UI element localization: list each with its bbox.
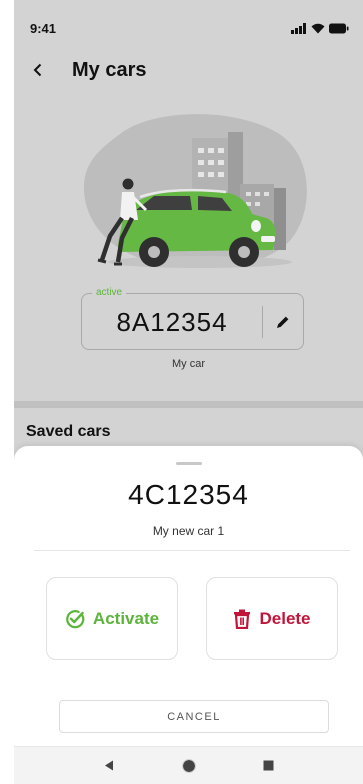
selected-car-name: My new car 1 [152,524,225,538]
check-circle-icon [66,609,85,628]
delete-button[interactable]: Delete [206,577,338,660]
car-action-sheet: 4C12354 My new car 1 Activate Delete CAN… [14,446,363,784]
delete-label: Delete [259,608,311,628]
active-plate-number: 8A12354 [116,307,228,337]
phone-screen: 9:41 My cars active 8A12354 My car Saved… [14,0,363,784]
trash-icon [234,609,251,629]
nav-recents-button[interactable] [257,754,281,778]
page-title: My cars [72,58,147,81]
triangle-back-icon [104,760,113,771]
active-car-name: My car [172,358,205,370]
saved-cars-heading: Saved cars [26,423,111,440]
status-icons [291,22,349,34]
pencil-icon [277,316,289,328]
header: My cars [14,48,363,92]
chevron-left-icon [33,63,42,77]
car-illustration [83,114,307,268]
battery-icon [329,23,349,33]
back-button[interactable] [18,50,58,90]
cancel-button[interactable]: CANCEL [59,700,329,733]
system-nav-bar [14,746,363,784]
status-time: 9:41 [30,20,57,36]
nav-home-button[interactable] [177,754,201,778]
activate-button[interactable]: Activate [46,577,178,660]
circle-home-icon [181,758,196,773]
sheet-drag-handle[interactable] [176,462,202,465]
wifi-icon [311,23,325,33]
signal-icon [291,22,306,34]
section-separator [14,401,363,408]
activate-label: Activate [92,608,160,628]
square-recents-icon [263,760,274,771]
plate-divider [262,306,263,338]
active-plate-card: active 8A12354 [81,286,304,350]
edit-plate-button[interactable] [265,304,301,340]
nav-back-button[interactable] [97,754,121,778]
sheet-divider [34,550,350,551]
selected-plate-number: 4C12354 [128,479,249,510]
